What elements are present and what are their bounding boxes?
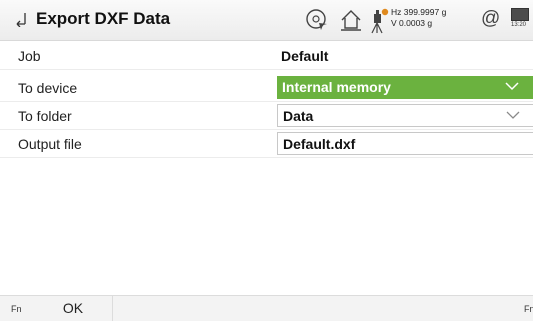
ok-button[interactable]: OK — [34, 296, 113, 321]
angle-readout: Hz 399.9997 g V 0.0003 g — [391, 7, 446, 29]
battery-cell — [511, 8, 529, 21]
back-arrow-icon[interactable] — [14, 11, 28, 27]
output-file-value: Default.dxf — [283, 136, 356, 152]
output-file-input[interactable]: Default.dxf — [277, 132, 533, 155]
page-title: Export DXF Data — [36, 9, 171, 28]
chevron-down-icon — [505, 82, 519, 91]
at-icon[interactable]: @ — [481, 8, 500, 30]
job-value: Default — [281, 48, 329, 64]
hz-value: Hz 399.9997 g — [391, 7, 447, 17]
to-folder-dropdown[interactable]: Data — [277, 104, 533, 127]
to-device-row: To device Internal memory — [0, 75, 533, 102]
to-device-label: To device — [18, 80, 78, 96]
prism-target-icon[interactable] — [305, 8, 329, 32]
job-row: Job Default — [0, 43, 533, 70]
battery-icon[interactable]: 13:20 — [511, 8, 533, 34]
to-device-value: Internal memory — [282, 79, 391, 95]
fn-key-right[interactable]: Fn — [524, 304, 533, 314]
softkey-bar: Fn OK Fn — [0, 295, 533, 321]
v-value: V 0.0003 g — [391, 18, 433, 28]
output-file-row: Output file Default.dxf — [0, 131, 533, 158]
home-station-icon[interactable] — [339, 8, 363, 32]
to-folder-label: To folder — [18, 108, 72, 124]
instrument-icon[interactable] — [368, 8, 390, 34]
job-label: Job — [18, 48, 41, 64]
clock-time: 13:20 — [511, 22, 527, 28]
title-bar: Export DXF Data Hz 399.9997 g V 0.0003 g… — [0, 0, 533, 41]
output-file-label: Output file — [18, 136, 82, 152]
fn-key-left[interactable]: Fn — [11, 304, 22, 314]
to-folder-row: To folder Data — [0, 103, 533, 130]
chevron-down-icon — [506, 111, 520, 119]
to-device-dropdown[interactable]: Internal memory — [277, 76, 533, 99]
to-folder-value: Data — [283, 108, 314, 124]
